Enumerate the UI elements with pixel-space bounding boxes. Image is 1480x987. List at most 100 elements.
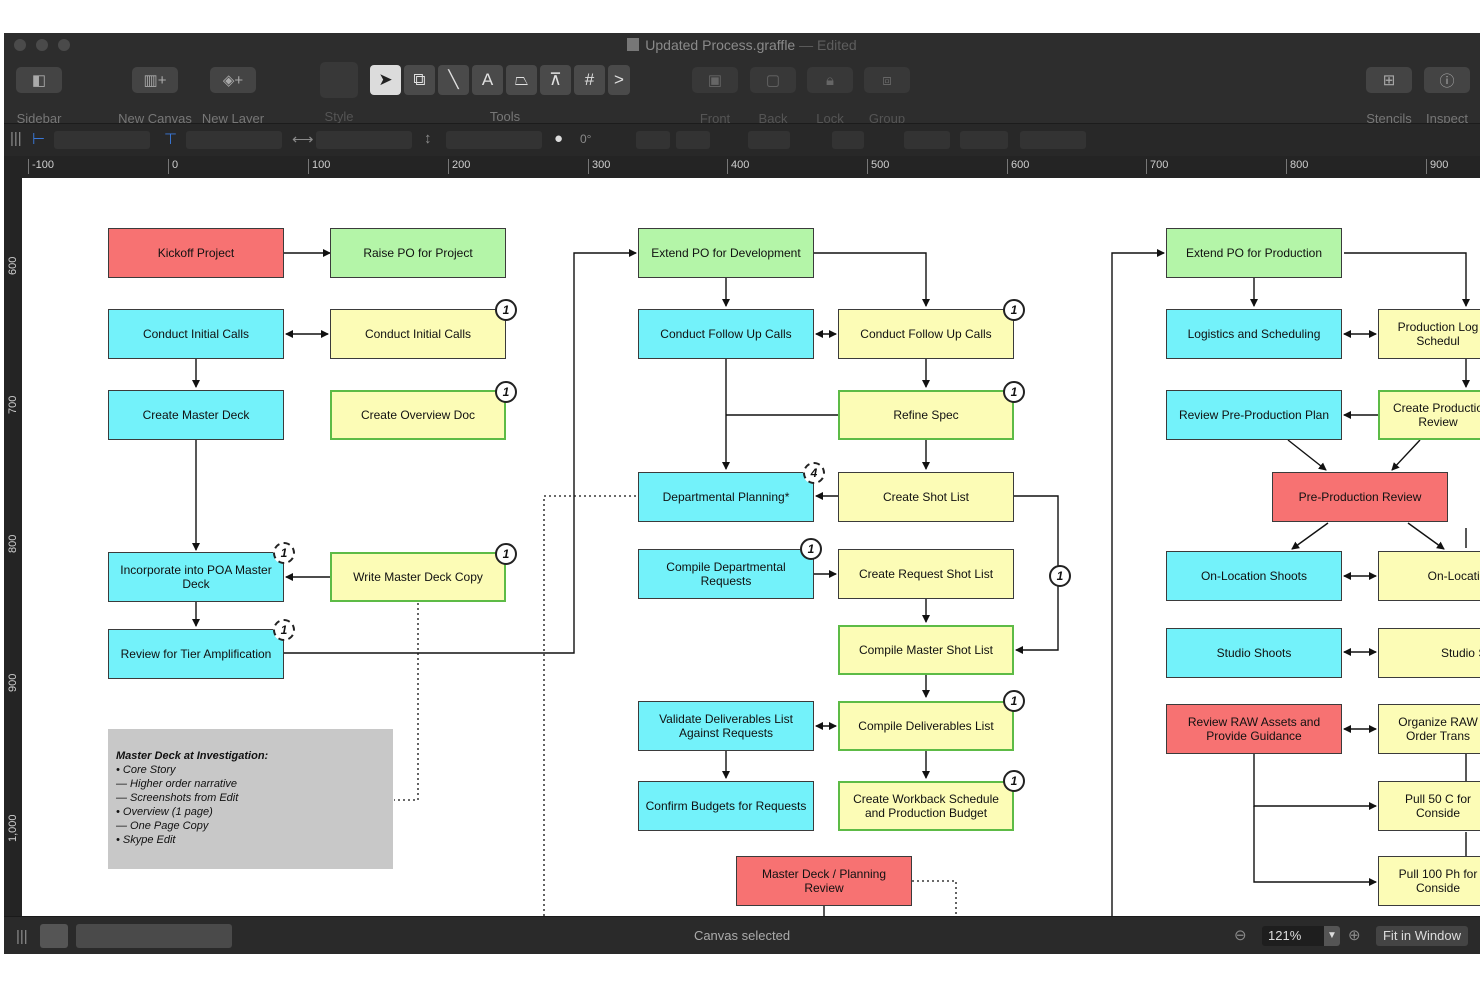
shape-style-popup[interactable]	[748, 131, 790, 149]
line-tool-icon[interactable]: ╲	[438, 65, 469, 95]
group-button[interactable]: ⧈ Group	[864, 67, 910, 126]
ruler-label: 1,000	[7, 814, 19, 842]
node-conduct-initial-calls-2[interactable]: Conduct Initial Calls	[330, 309, 506, 359]
count-badge[interactable]: 4	[803, 462, 825, 484]
ruler-label: 300	[588, 159, 610, 174]
zoom-select[interactable]: 121% ▼	[1262, 926, 1340, 946]
stroke-width-popup[interactable]	[960, 131, 1008, 149]
fill-color-well[interactable]	[832, 131, 864, 149]
node-pull-100[interactable]: Pull 100 Ph for Conside	[1378, 856, 1480, 906]
node-create-shot-list[interactable]: Create Shot List	[838, 472, 1014, 522]
pen-tool-icon[interactable]: ⏢	[506, 65, 537, 95]
ruler-label: 200	[448, 159, 470, 174]
node-validate-deliverables[interactable]: Validate Deliverables List Against Reque…	[638, 701, 814, 751]
stroke-style-popup[interactable]	[904, 131, 950, 149]
zoom-in-icon[interactable]: ⊕	[1348, 926, 1361, 944]
node-compile-deliverables[interactable]: Compile Deliverables List	[838, 701, 1014, 751]
new-canvas-icon: ▥+	[132, 67, 178, 93]
more-tools-icon[interactable]: >	[608, 65, 630, 95]
node-followup-calls[interactable]: Conduct Follow Up Calls	[638, 309, 814, 359]
node-confirm-budgets[interactable]: Confirm Budgets for Requests	[638, 781, 814, 831]
node-organize-raw[interactable]: Organize RAW Order Trans	[1378, 704, 1480, 754]
node-kickoff-project[interactable]: Kickoff Project	[108, 228, 284, 278]
node-compile-departmental[interactable]: Compile Departmental Requests	[638, 549, 814, 599]
node-create-master-deck[interactable]: Create Master Deck	[108, 390, 284, 440]
note-line: • Core Story	[116, 764, 176, 776]
count-badge[interactable]: 1	[495, 381, 517, 403]
node-studio-shoots[interactable]: Studio Shoots	[1166, 628, 1342, 678]
node-write-master-deck[interactable]: Write Master Deck Copy	[330, 552, 506, 602]
lock-button[interactable]: 🔒︎ Lock	[807, 67, 853, 126]
node-extend-po-production[interactable]: Extend PO for Production	[1166, 228, 1342, 278]
tools-group: ➤ ⧉ ╲ A ⏢ ⊼ # >	[370, 65, 630, 95]
height-field[interactable]	[446, 131, 542, 149]
text-tool-icon[interactable]: A	[472, 65, 503, 95]
inspect-button[interactable]: ⓘ Inspect	[1424, 67, 1470, 126]
count-badge[interactable]: 1	[1049, 565, 1071, 587]
x-position-field[interactable]	[54, 131, 150, 149]
sidebar-button[interactable]: ◧ Sidebar	[16, 67, 62, 126]
count-badge[interactable]: 1	[1003, 299, 1025, 321]
bar-grip-icon: |||	[10, 130, 22, 147]
flip-horizontal-button[interactable]	[636, 131, 670, 149]
node-review-preproduction-plan[interactable]: Review Pre-Production Plan	[1166, 390, 1342, 440]
ruler-label: 800	[7, 534, 19, 553]
stencils-icon: ⊞	[1366, 67, 1412, 93]
note-master-deck[interactable]: Master Deck at Investigation: • Core Sto…	[108, 729, 393, 869]
node-studio-shoots-2[interactable]: Studio Sh	[1378, 628, 1480, 678]
count-badge[interactable]: 1	[1003, 381, 1025, 403]
node-refine-spec[interactable]: Refine Spec	[838, 390, 1014, 440]
stencils-button[interactable]: ⊞ Stencils	[1366, 67, 1412, 126]
node-review-tier[interactable]: Review for Tier Amplification	[108, 629, 284, 679]
node-preproduction-review[interactable]: Pre-Production Review	[1272, 472, 1448, 522]
count-badge[interactable]: 1	[273, 542, 295, 564]
stroke-size-field[interactable]	[1020, 131, 1086, 149]
y-position-field[interactable]	[186, 131, 282, 149]
ruler-label: 900	[7, 673, 19, 692]
diagram-canvas[interactable]: Kickoff Project Raise PO for Project Con…	[22, 178, 1480, 916]
count-badge[interactable]: 1	[1003, 690, 1025, 712]
node-logistics-scheduling[interactable]: Logistics and Scheduling	[1166, 309, 1342, 359]
node-review-raw-assets[interactable]: Review RAW Assets and Provide Guidance	[1166, 704, 1342, 754]
node-onlocation-shoots-2[interactable]: On-Location	[1378, 551, 1480, 601]
node-followup-calls-2[interactable]: Conduct Follow Up Calls	[838, 309, 1014, 359]
node-create-overview-doc[interactable]: Create Overview Doc	[330, 390, 506, 440]
node-compile-master-shot-list[interactable]: Compile Master Shot List	[838, 625, 1014, 675]
note-line: — Screenshots from Edit	[116, 792, 239, 804]
node-create-request-shot-list[interactable]: Create Request Shot List	[838, 549, 1014, 599]
node-pull-50[interactable]: Pull 50 C for Conside	[1378, 781, 1480, 831]
node-master-deck-review[interactable]: Master Deck / Planning Review	[736, 856, 912, 906]
new-layer-button[interactable]: ◈+ New Layer	[202, 67, 264, 126]
count-badge[interactable]: 1	[273, 619, 295, 641]
rotation-value[interactable]: 0°	[580, 132, 591, 146]
node-onlocation-shoots[interactable]: On-Location Shoots	[1166, 551, 1342, 601]
front-button[interactable]: ▣ Front	[692, 67, 738, 126]
node-incorporate-poa[interactable]: Incorporate into POA Master Deck	[108, 552, 284, 602]
shape-tool-icon[interactable]: ⧉	[404, 65, 435, 95]
zoom-out-icon[interactable]: ⊖	[1234, 926, 1247, 944]
count-badge[interactable]: 1	[495, 543, 517, 565]
node-production-log[interactable]: Production Log Schedul	[1378, 309, 1480, 359]
node-create-workback[interactable]: Create Workback Schedule and Production …	[838, 781, 1014, 831]
flip-vertical-button[interactable]	[676, 131, 710, 149]
node-raise-po[interactable]: Raise PO for Project	[330, 228, 506, 278]
count-badge[interactable]: 1	[800, 538, 822, 560]
point-edit-tool-icon[interactable]: ⊼	[540, 65, 571, 95]
count-badge[interactable]: 1	[495, 299, 517, 321]
grid-tool-icon[interactable]: #	[574, 65, 605, 95]
ruler-label: 700	[1146, 159, 1168, 174]
fit-in-window-button[interactable]: Fit in Window	[1376, 926, 1468, 946]
node-create-production-review[interactable]: Create Productio Review	[1378, 390, 1480, 440]
width-field[interactable]	[316, 131, 412, 149]
ruler-label: 0	[168, 159, 178, 174]
node-conduct-initial-calls[interactable]: Conduct Initial Calls	[108, 309, 284, 359]
new-layer-icon: ◈+	[210, 67, 256, 93]
selection-tool-icon[interactable]: ➤	[370, 65, 401, 95]
node-departmental-planning[interactable]: Departmental Planning*	[638, 472, 814, 522]
ruler-label: 700	[7, 395, 19, 414]
count-badge[interactable]: 1	[1003, 770, 1025, 792]
style-button[interactable]: Style	[320, 62, 358, 124]
node-extend-po-dev[interactable]: Extend PO for Development	[638, 228, 814, 278]
new-canvas-button[interactable]: ▥+ New Canvas	[118, 67, 192, 126]
back-button[interactable]: ▢ Back	[750, 67, 796, 126]
